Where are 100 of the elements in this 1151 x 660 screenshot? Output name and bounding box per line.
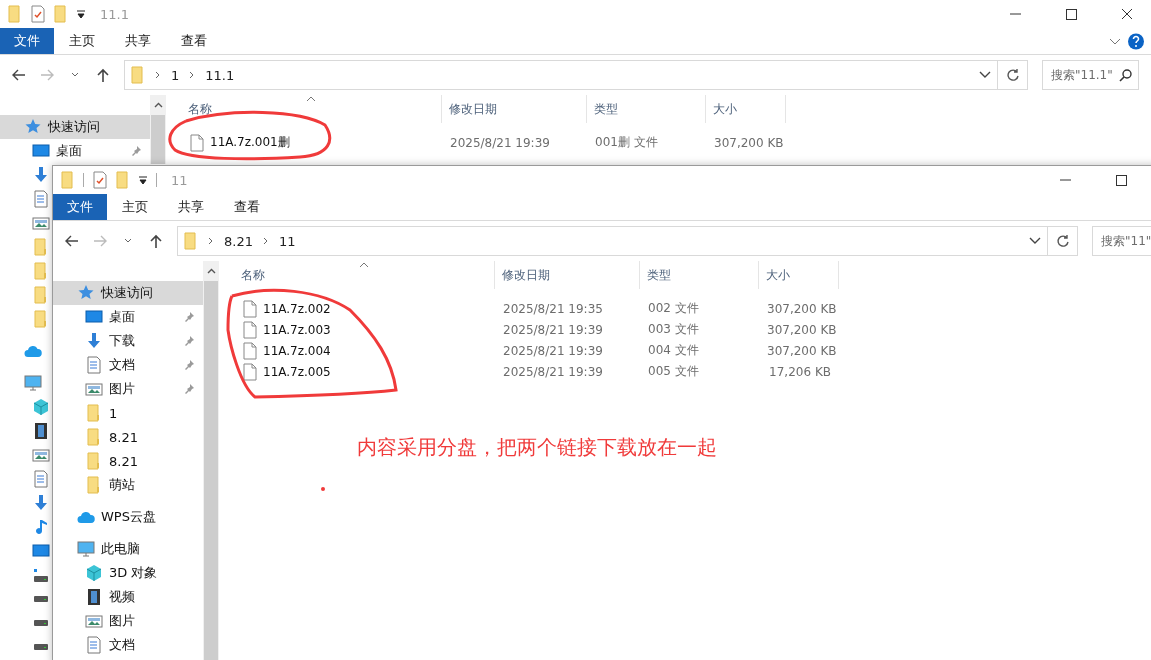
sidebar-item[interactable]: 8.21	[53, 425, 203, 449]
file-row[interactable]: 11A.7z.005 2025/8/21 19:39 005 文件 17,206 KB	[219, 361, 1151, 382]
back-arrow-icon[interactable]	[12, 69, 26, 81]
folder-icon	[116, 171, 130, 189]
pin-icon[interactable]	[183, 359, 195, 371]
scroll-up-icon[interactable]	[206, 268, 216, 274]
close-icon[interactable]	[1121, 8, 1133, 20]
folder-icon	[54, 5, 68, 23]
search-field[interactable]: 搜索"11"	[1092, 226, 1151, 256]
column-header[interactable]: 类型	[640, 261, 759, 289]
file-row[interactable]: 11A.7z.003 2025/8/21 19:39 003 文件 307,200 KB	[219, 319, 1151, 340]
maximize-icon[interactable]	[1115, 174, 1127, 186]
pin-icon[interactable]	[183, 311, 195, 323]
address-bar[interactable]: 8.21 11	[177, 226, 1048, 256]
file-row[interactable]: 11A.7z.001删 2025/8/21 19:39 001删 文件 307,200 KB	[166, 132, 1151, 153]
scrollbar[interactable]	[150, 95, 166, 164]
breadcrumb[interactable]: 11.1	[205, 67, 235, 83]
monitor-icon	[32, 142, 50, 160]
sidebar-item[interactable]: 桌面	[53, 305, 203, 329]
sidebar-item[interactable]: 3D 对象	[53, 561, 203, 585]
column-header[interactable]: 大小	[759, 261, 839, 289]
ribbon-tab[interactable]: 查看	[219, 194, 275, 220]
ribbon-tab[interactable]: 主页	[54, 28, 110, 54]
chevron-down-icon[interactable]	[71, 72, 79, 78]
breadcrumb[interactable]: 8.21	[224, 233, 253, 249]
properties-icon[interactable]	[92, 171, 108, 189]
refresh-icon[interactable]	[1055, 234, 1070, 248]
sidebar-item[interactable]: 1	[53, 401, 203, 425]
ribbon-tab[interactable]: 共享	[163, 194, 219, 220]
column-header[interactable]: 名称	[219, 261, 495, 289]
chevron-down-icon[interactable]	[124, 238, 132, 244]
sidebar-item[interactable]: 文档	[53, 353, 203, 377]
sidebar-label: 快速访问	[48, 118, 101, 136]
breadcrumb[interactable]: 1	[171, 67, 180, 83]
file-tab[interactable]: 文件	[0, 28, 54, 54]
refresh-icon[interactable]	[1005, 68, 1020, 82]
up-arrow-icon[interactable]	[150, 234, 162, 248]
sidebar-label: WPS云盘	[101, 508, 157, 526]
sidebar-item[interactable]: 下载	[53, 329, 203, 353]
file-icon	[243, 362, 257, 381]
minimize-icon[interactable]	[1059, 179, 1071, 181]
sidebar-label: 桌面	[109, 308, 136, 326]
file-name: 11A.7z.004	[263, 343, 331, 358]
column-header[interactable]: 名称	[166, 95, 442, 123]
minimize-icon[interactable]	[1009, 13, 1021, 15]
sidebar-item[interactable]: 快速访问	[53, 281, 203, 305]
computer-icon	[77, 540, 95, 558]
pin-icon[interactable]	[183, 383, 195, 395]
chevron-right-icon	[189, 71, 196, 79]
back-arrow-icon[interactable]	[65, 235, 79, 247]
download-arrow-icon	[32, 166, 50, 184]
window-title: 11	[171, 172, 189, 188]
refresh-button[interactable]	[1048, 226, 1078, 256]
sidebar-item[interactable]: 此电脑	[53, 537, 203, 561]
sidebar-label: 8.21	[109, 453, 139, 469]
sidebar-item[interactable]: 桌面	[0, 139, 150, 163]
search-placeholder: 搜索"11.1"	[1051, 66, 1113, 84]
star-icon	[77, 284, 95, 302]
file-row[interactable]: 11A.7z.004 2025/8/21 19:39 004 文件 307,200 KB	[219, 340, 1151, 361]
pin-icon[interactable]	[130, 145, 142, 157]
sidebar-item[interactable]: WPS云盘	[53, 505, 203, 529]
ribbon-tab[interactable]: 共享	[110, 28, 166, 54]
file-name: 11A.7z.005	[263, 364, 331, 379]
chevron-right-icon	[262, 237, 269, 245]
sidebar-item[interactable]: 快速访问	[0, 115, 150, 139]
file-size: 307,200 KB	[766, 322, 838, 337]
chevron-down-icon[interactable]	[979, 71, 991, 79]
column-header[interactable]: 大小	[706, 95, 786, 123]
scroll-up-icon[interactable]	[153, 102, 163, 108]
sidebar-item[interactable]: 萌站	[53, 473, 203, 497]
maximize-icon[interactable]	[1065, 8, 1077, 20]
column-header[interactable]: 修改日期	[495, 261, 640, 289]
file-type: 002 文件	[647, 300, 700, 317]
file-tab[interactable]: 文件	[53, 194, 107, 220]
ribbon-tab[interactable]: 主页	[107, 194, 163, 220]
sidebar-item[interactable]: 图片	[53, 377, 203, 401]
document-icon	[32, 470, 50, 488]
search-field[interactable]: 搜索"11.1"	[1042, 60, 1139, 90]
sidebar-item[interactable]: 视频	[53, 585, 203, 609]
file-row[interactable]: 11A.7z.002 2025/8/21 19:35 002 文件 307,200 KB	[219, 298, 1151, 319]
breadcrumb[interactable]: 11	[278, 233, 296, 249]
up-arrow-icon[interactable]	[97, 68, 109, 82]
sidebar-item[interactable]: 图片	[53, 609, 203, 633]
drive-icon	[34, 620, 48, 626]
ribbon-tab[interactable]: 查看	[166, 28, 222, 54]
file-type: 005 文件	[647, 363, 700, 380]
sidebar-item[interactable]: 8.21	[53, 449, 203, 473]
properties-icon[interactable]	[30, 5, 46, 23]
star-icon	[24, 118, 42, 136]
dropdown-icon[interactable]	[76, 9, 86, 19]
refresh-button[interactable]	[998, 60, 1028, 90]
address-bar[interactable]: 1 11.1	[124, 60, 998, 90]
sidebar-item[interactable]: 文档	[53, 633, 203, 657]
column-header[interactable]: 修改日期	[442, 95, 587, 123]
dropdown-icon[interactable]	[138, 175, 148, 185]
column-header[interactable]: 类型	[587, 95, 706, 123]
chevron-down-icon[interactable]	[1029, 237, 1041, 245]
file-name: 11A.7z.003	[263, 322, 331, 337]
pin-icon[interactable]	[183, 335, 195, 347]
scrollbar[interactable]	[203, 261, 219, 660]
